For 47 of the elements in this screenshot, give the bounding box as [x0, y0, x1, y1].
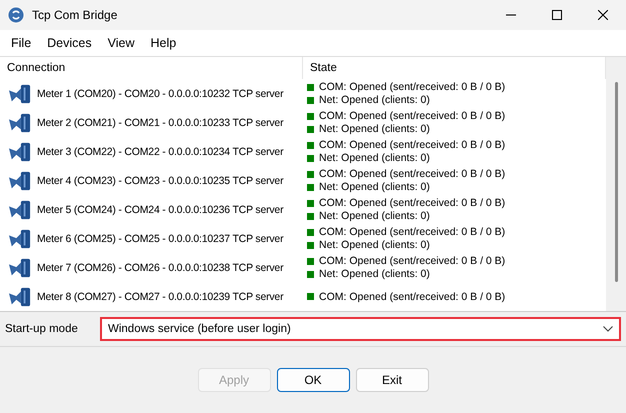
- dialog-button[interactable]: OK: [276, 368, 350, 392]
- state-text: COM: Opened (sent/received: 0 B / 0 B): [319, 139, 506, 151]
- connection-name[interactable]: Meter 2 (COM21) - COM21 - 0.0.0.0:10233 TCP server: [37, 116, 284, 128]
- state-text: COM: Opened (sent/received: 0 B / 0 B): [319, 290, 506, 302]
- window-title: Tcp Com Bridge: [32, 8, 118, 22]
- scrollbar[interactable]: [606, 57, 626, 311]
- connector-icon: [8, 112, 32, 134]
- chevron-down-icon: [603, 326, 613, 332]
- startup-mode-dropdown[interactable]: Windows service (before user login): [100, 317, 621, 341]
- connection-name[interactable]: Meter 5 (COM24) - COM24 - 0.0.0.0:10236 TCP server: [37, 204, 284, 216]
- menu-item[interactable]: File: [3, 36, 40, 50]
- state-text: COM: Opened (sent/received: 0 B / 0 B): [319, 110, 506, 122]
- app-icon: [8, 7, 24, 23]
- connection-name[interactable]: Meter 6 (COM25) - COM25 - 0.0.0.0:10237 TCP server: [37, 232, 284, 244]
- maximize-icon: [552, 10, 562, 20]
- connector-icon: [8, 198, 32, 220]
- connector-icon: [8, 82, 32, 104]
- state-text: Net: Opened (clients: 0): [319, 123, 430, 135]
- dialog-button[interactable]: Exit: [356, 368, 428, 392]
- state-text: Net: Opened (clients: 0): [319, 268, 430, 280]
- connection-name[interactable]: Meter 3 (COM22) - COM22 - 0.0.0.0:10234 TCP server: [37, 146, 284, 158]
- menu-item[interactable]: Devices: [39, 36, 100, 50]
- connector-icon: [8, 170, 32, 192]
- connection-name[interactable]: Meter 1 (COM20) - COM20 - 0.0.0.0:10232 TCP server: [37, 88, 284, 100]
- column-header[interactable]: Connection: [0, 57, 303, 79]
- startup-mode-label: Start-up mode: [5, 323, 79, 335]
- state-text: COM: Opened (sent/received: 0 B / 0 B): [319, 168, 506, 180]
- state-text: Net: Opened (clients: 0): [319, 94, 430, 106]
- state-text: COM: Opened (sent/received: 0 B / 0 B): [319, 226, 506, 238]
- scrollbar-thumb[interactable]: [614, 82, 618, 282]
- state-text: Net: Opened (clients: 0): [319, 181, 430, 193]
- menu-item[interactable]: View: [100, 36, 142, 50]
- connection-name[interactable]: Meter 4 (COM23) - COM23 - 0.0.0.0:10235 TCP server: [37, 174, 284, 186]
- connector-icon: [8, 256, 32, 278]
- state-text: COM: Opened (sent/received: 0 B / 0 B): [319, 81, 506, 93]
- connection-name[interactable]: Meter 7 (COM26) - COM26 - 0.0.0.0:10238 TCP server: [37, 262, 284, 274]
- state-text: COM: Opened (sent/received: 0 B / 0 B): [319, 255, 506, 267]
- menu-item[interactable]: Help: [142, 36, 184, 50]
- close-icon: [598, 10, 608, 20]
- connector-icon: [8, 228, 32, 250]
- state-text: Net: Opened (clients: 0): [319, 210, 430, 222]
- connection-name[interactable]: Meter 8 (COM27) - COM27 - 0.0.0.0:10239 TCP server: [37, 290, 284, 302]
- state-text: COM: Opened (sent/received: 0 B / 0 B): [319, 197, 506, 209]
- connector-icon: [8, 286, 32, 308]
- state-text: Net: Opened (clients: 0): [319, 152, 430, 164]
- state-text: Net: Opened (clients: 0): [319, 239, 430, 251]
- connector-icon: [8, 140, 32, 162]
